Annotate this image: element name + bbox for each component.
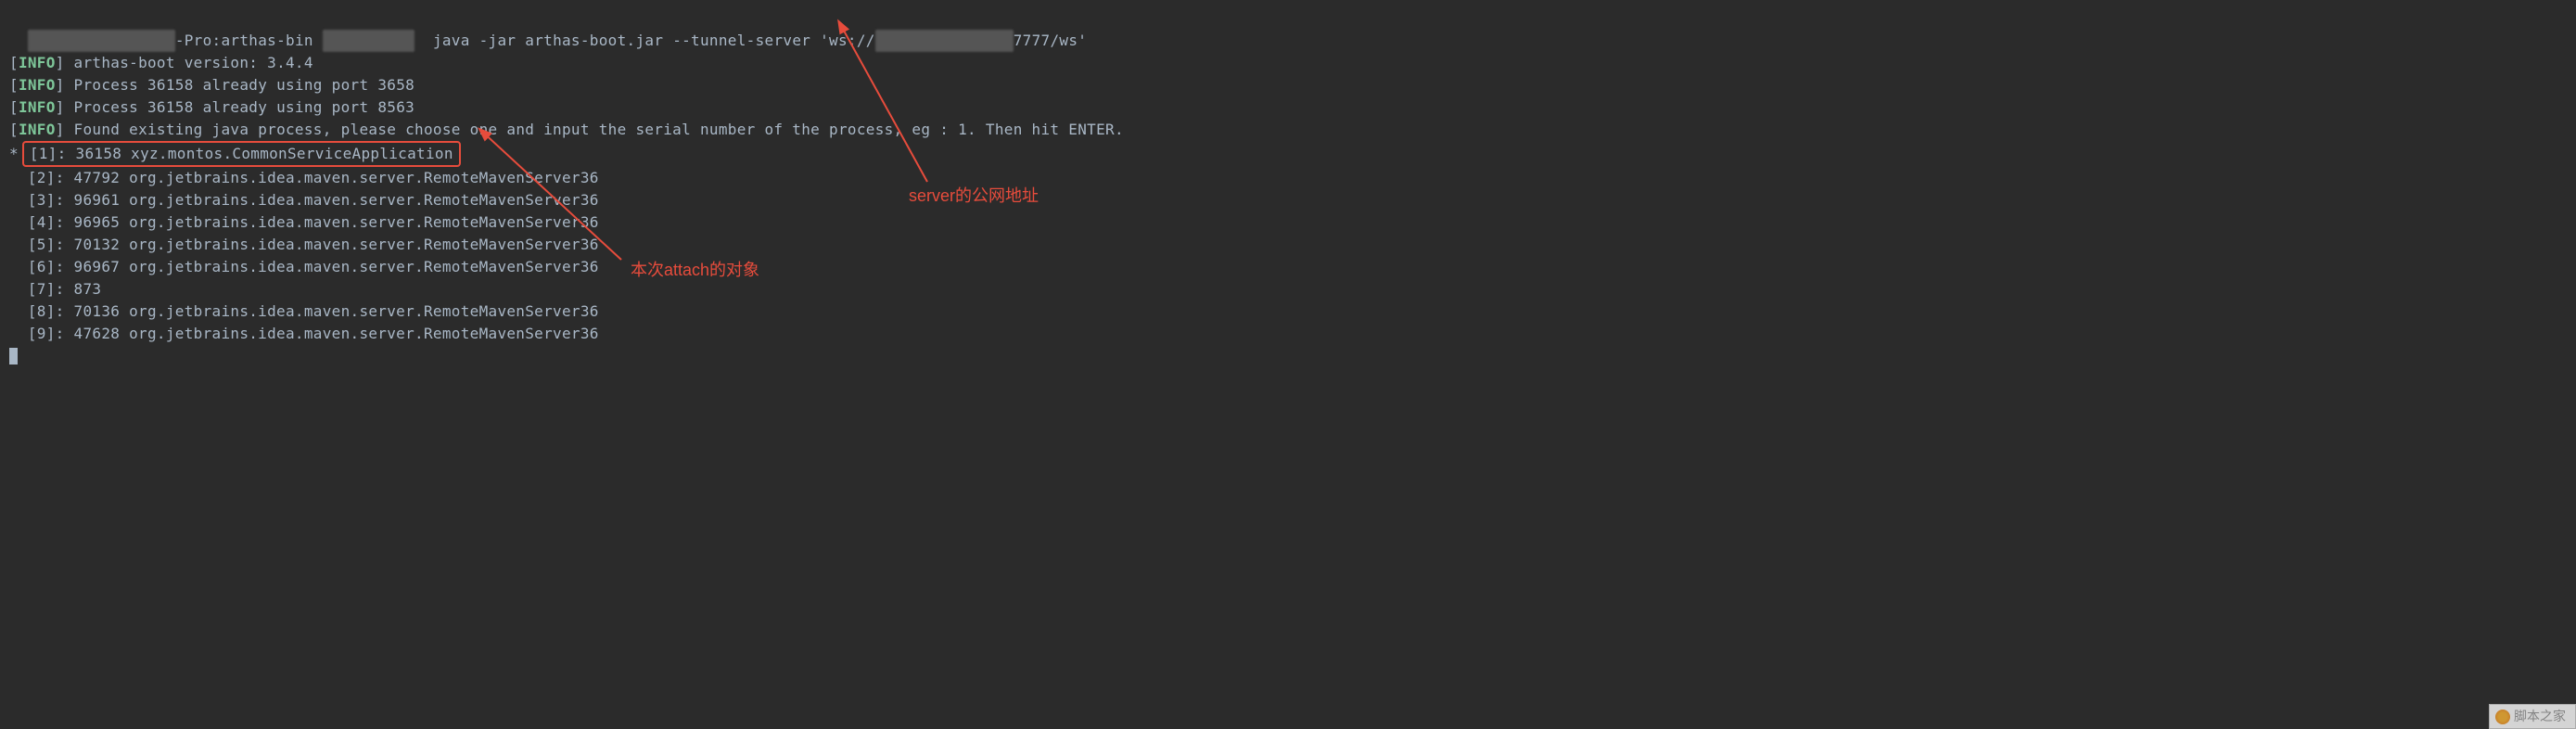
process-row[interactable]: [9]: 47628 org.jetbrains.idea.maven.serv… [9, 323, 2567, 345]
username-redacted: ██████████ [323, 30, 414, 52]
info-line: [INFO] Process 36158 already using port … [9, 74, 2567, 96]
info-line: [INFO] Found existing java process, plea… [9, 119, 2567, 141]
watermark-icon [2495, 710, 2510, 724]
process-row[interactable]: [7]: 873 [9, 278, 2567, 301]
watermark-text: 脚本之家 [2514, 707, 2566, 726]
annotation-server-address: server的公网地址 [909, 184, 1039, 209]
ip-redacted: ███ ███ ███ ███ [875, 30, 1014, 52]
watermark-badge: 脚本之家 [2489, 704, 2576, 729]
hostname-redacted: ████████████ ███ [28, 30, 175, 52]
process-row[interactable]: [6]: 96967 org.jetbrains.idea.maven.serv… [9, 256, 2567, 278]
process-row[interactable]: [5]: 70132 org.jetbrains.idea.maven.serv… [9, 234, 2567, 256]
process-row[interactable]: * [1]: 36158 xyz.montos.CommonServiceApp… [9, 141, 2567, 167]
process-list[interactable]: * [1]: 36158 xyz.montos.CommonServiceApp… [9, 141, 2567, 345]
process-row[interactable]: [8]: 70136 org.jetbrains.idea.maven.serv… [9, 301, 2567, 323]
annotation-attach-target: 本次attach的对象 [631, 258, 759, 283]
text-cursor [9, 348, 18, 364]
process-row[interactable]: [2]: 47792 org.jetbrains.idea.maven.serv… [9, 167, 2567, 189]
terminal-command-line: ████████████ ███-Pro:arthas-bin ████████… [9, 7, 2567, 52]
process-row[interactable]: [3]: 96961 org.jetbrains.idea.maven.serv… [9, 189, 2567, 211]
info-line: [INFO] arthas-boot version: 3.4.4 [9, 52, 2567, 74]
info-lines: [INFO] arthas-boot version: 3.4.4[INFO] … [9, 52, 2567, 141]
info-line: [INFO] Process 36158 already using port … [9, 96, 2567, 119]
process-row[interactable]: [4]: 96965 org.jetbrains.idea.maven.serv… [9, 211, 2567, 234]
cursor-line[interactable] [9, 345, 2567, 367]
